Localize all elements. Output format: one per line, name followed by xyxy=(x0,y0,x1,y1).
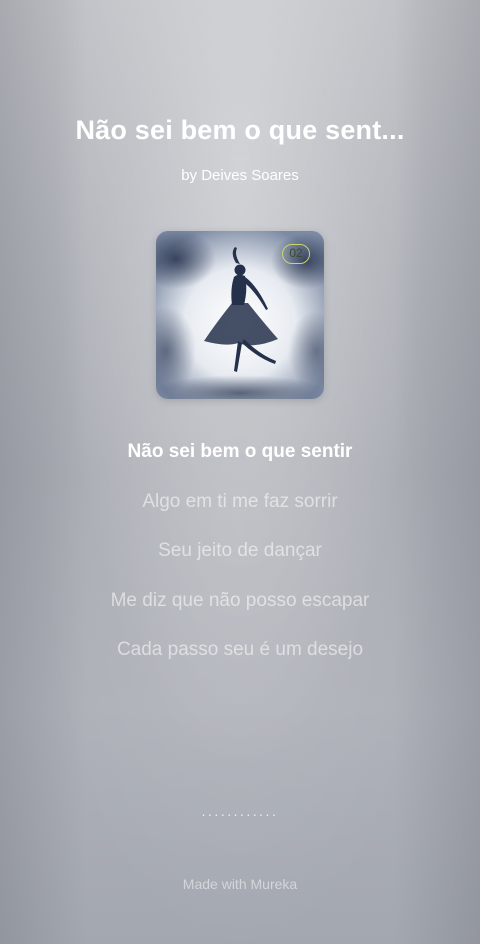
progress-indicator: ............ xyxy=(201,803,279,819)
lyric-line[interactable]: Cada passo seu é um desejo xyxy=(0,635,480,685)
made-with-credit: Made with Mureka xyxy=(182,876,298,892)
lyric-line[interactable]: Algo em ti me faz sorrir xyxy=(0,487,480,537)
lyrics-list: Não sei bem o que sentir Algo em ti me f… xyxy=(0,437,480,685)
lyric-line-current[interactable]: Não sei bem o que sentir xyxy=(0,437,480,487)
lyric-line[interactable]: Me diz que não posso escapar xyxy=(0,586,480,636)
track-number-badge: 02 xyxy=(282,244,310,264)
lyric-line[interactable]: Seu jeito de dançar xyxy=(0,536,480,586)
artist-name: by Deives Soares xyxy=(181,167,299,184)
song-title: Não sei bem o que sent... xyxy=(75,115,405,145)
